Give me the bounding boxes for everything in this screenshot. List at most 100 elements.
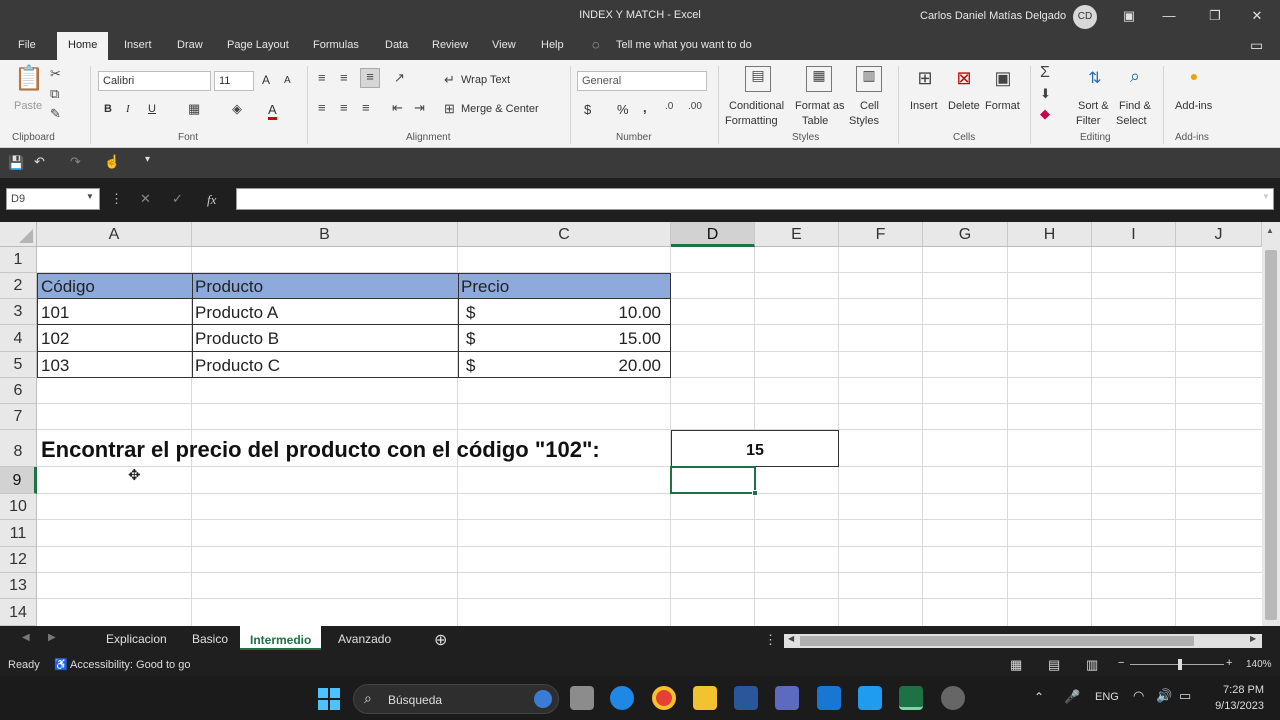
customize-qat-icon[interactable]: ▾ bbox=[145, 154, 150, 165]
row-header-6[interactable]: 6 bbox=[0, 378, 37, 404]
format-as-table-label-1[interactable]: Format as bbox=[795, 100, 845, 112]
row-header-1[interactable]: 1 bbox=[0, 247, 37, 273]
column-header-b[interactable]: B bbox=[192, 222, 458, 247]
minimize-icon[interactable]: — bbox=[1157, 6, 1181, 26]
conditional-formatting-label-2[interactable]: Formatting bbox=[725, 115, 778, 127]
zoom-out-icon[interactable]: − bbox=[1118, 657, 1124, 669]
wrap-text-button[interactable]: Wrap Text bbox=[461, 74, 510, 86]
page-break-view-icon[interactable]: ▥ bbox=[1086, 657, 1098, 673]
paste-label[interactable]: Paste bbox=[14, 100, 42, 112]
tab-review[interactable]: Review bbox=[432, 39, 468, 51]
decrease-indent-icon[interactable]: ⇤ bbox=[392, 100, 403, 116]
percent-button[interactable]: % bbox=[617, 102, 629, 117]
row-header-12[interactable]: 12 bbox=[0, 547, 37, 573]
scroll-up-icon[interactable]: ▲ bbox=[1266, 226, 1274, 235]
currency-button[interactable]: $ bbox=[584, 102, 591, 117]
copy-icon[interactable]: ⧉ bbox=[50, 86, 59, 102]
insert-cells-button[interactable]: Insert bbox=[910, 100, 938, 112]
bold-button[interactable]: B bbox=[104, 103, 112, 115]
find-select-label-2[interactable]: Select bbox=[1116, 115, 1147, 127]
tab-page-layout[interactable]: Page Layout bbox=[227, 39, 289, 51]
header-precio[interactable]: Precio bbox=[461, 277, 509, 297]
row-header-8[interactable]: 8 bbox=[0, 430, 37, 467]
format-as-table-icon[interactable]: ▦ bbox=[806, 66, 832, 92]
formula-input[interactable] bbox=[236, 188, 1274, 210]
column-header-c[interactable]: C bbox=[458, 222, 671, 247]
sheet-tab-intermedio[interactable]: Intermedio bbox=[240, 626, 322, 650]
enter-icon[interactable]: ✓ bbox=[172, 191, 183, 207]
start-icon[interactable] bbox=[318, 688, 340, 710]
accessibility-status[interactable]: Accessibility: Good to go bbox=[70, 659, 190, 671]
align-bottom-icon[interactable]: ≡ bbox=[360, 68, 380, 88]
column-header-g[interactable]: G bbox=[923, 222, 1008, 247]
increase-indent-icon[interactable]: ⇥ bbox=[414, 100, 425, 116]
power-automate-icon[interactable] bbox=[858, 686, 882, 710]
normal-view-icon[interactable]: ▦ bbox=[1010, 657, 1022, 673]
fill-handle[interactable] bbox=[752, 490, 758, 496]
font-size-select[interactable]: 11 bbox=[214, 71, 254, 91]
align-middle-icon[interactable]: ≡ bbox=[340, 70, 348, 85]
volume-icon[interactable]: 🔊 bbox=[1156, 688, 1172, 704]
increase-decimal-icon[interactable]: .0 bbox=[665, 101, 673, 112]
sheet-tab-explicacion[interactable]: Explicacion bbox=[106, 632, 167, 646]
worksheet-grid[interactable]: A B C D E F G H I J 1 2 3 4 5 6 7 8 9 10… bbox=[0, 222, 1280, 626]
underline-button[interactable]: U bbox=[148, 103, 156, 115]
insert-cells-icon[interactable]: ⊞ bbox=[912, 68, 938, 94]
italic-button[interactable]: I bbox=[126, 103, 130, 115]
fill-color-icon[interactable]: ◈ bbox=[232, 101, 242, 117]
row-header-4[interactable]: 4 bbox=[0, 325, 37, 352]
merge-center-button[interactable]: Merge & Center bbox=[461, 103, 539, 115]
align-top-icon[interactable]: ≡ bbox=[318, 70, 326, 85]
autosum-icon[interactable]: Σ bbox=[1040, 64, 1050, 82]
task-view-icon[interactable] bbox=[570, 686, 594, 710]
font-name-select[interactable]: Calibri bbox=[98, 71, 211, 91]
header-producto[interactable]: Producto bbox=[195, 277, 263, 297]
tab-home[interactable]: Home bbox=[57, 32, 109, 60]
find-select-label-1[interactable]: Find & bbox=[1119, 100, 1151, 112]
align-left-icon[interactable]: ≡ bbox=[318, 100, 326, 115]
shrink-font-button[interactable]: A bbox=[284, 75, 291, 86]
scroll-right-icon[interactable]: ▶ bbox=[1250, 634, 1256, 643]
question-text[interactable]: Encontrar el precio del producto con el … bbox=[41, 437, 600, 463]
table-cell-code[interactable]: 103 bbox=[41, 356, 69, 376]
table-cell-price[interactable]: 20.00 bbox=[561, 356, 661, 376]
next-sheet-icon[interactable]: ▶ bbox=[48, 632, 56, 643]
sort-filter-label-1[interactable]: Sort & bbox=[1078, 100, 1109, 112]
tab-file[interactable]: File bbox=[18, 39, 36, 51]
table-cell-code[interactable]: 101 bbox=[41, 303, 69, 323]
obs-icon[interactable] bbox=[941, 686, 965, 710]
tab-insert[interactable]: Insert bbox=[124, 39, 152, 51]
undo-icon[interactable]: ↶ bbox=[34, 154, 45, 170]
prev-sheet-icon[interactable]: ◀ bbox=[22, 632, 30, 643]
grow-font-button[interactable]: A bbox=[262, 73, 270, 87]
row-header-3[interactable]: 3 bbox=[0, 299, 37, 325]
row-header-14[interactable]: 14 bbox=[0, 599, 37, 626]
zoom-in-icon[interactable]: + bbox=[1226, 657, 1232, 669]
file-explorer-icon[interactable] bbox=[693, 686, 717, 710]
clock-date[interactable]: 9/13/2023 bbox=[1200, 700, 1264, 712]
sort-filter-label-2[interactable]: Filter bbox=[1076, 115, 1100, 127]
find-select-icon[interactable]: ⌕ bbox=[1122, 66, 1148, 87]
vertical-scrollbar[interactable]: ▲ bbox=[1262, 222, 1280, 626]
row-header-13[interactable]: 13 bbox=[0, 573, 37, 599]
format-painter-icon[interactable]: ✎ bbox=[50, 106, 61, 122]
battery-icon[interactable]: ▭ bbox=[1179, 688, 1191, 704]
user-name[interactable]: Carlos Daniel Matías Delgado bbox=[920, 10, 1066, 22]
redo-icon[interactable]: ↷ bbox=[70, 154, 81, 170]
insert-function-button[interactable]: fx bbox=[207, 192, 216, 208]
page-layout-view-icon[interactable]: ▤ bbox=[1048, 657, 1060, 673]
paste-icon[interactable]: 📋 bbox=[14, 64, 44, 94]
clock-time[interactable]: 7:28 PM bbox=[1210, 684, 1264, 696]
language-indicator[interactable]: ENG bbox=[1095, 691, 1119, 703]
tray-chevron-icon[interactable]: ⌃ bbox=[1034, 690, 1044, 704]
delete-cells-icon[interactable]: ⊠ bbox=[951, 68, 977, 94]
column-header-a[interactable]: A bbox=[37, 222, 192, 247]
zoom-level[interactable]: 140% bbox=[1246, 659, 1272, 670]
ribbon-display-icon[interactable]: ▣ bbox=[1117, 6, 1141, 26]
table-cell-code[interactable]: 102 bbox=[41, 329, 69, 349]
add-ins-button[interactable]: Add-ins bbox=[1175, 100, 1212, 112]
cancel-icon[interactable]: ✕ bbox=[140, 191, 151, 207]
table-cell-product[interactable]: Producto A bbox=[195, 303, 278, 323]
table-cell-price[interactable]: 10.00 bbox=[561, 303, 661, 323]
add-ins-icon[interactable]: ● bbox=[1184, 68, 1204, 84]
